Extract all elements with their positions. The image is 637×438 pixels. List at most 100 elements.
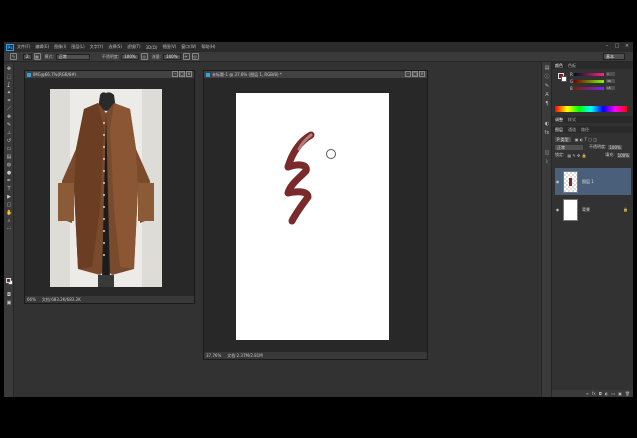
color-spectrum[interactable]: [555, 106, 627, 112]
brush-tool-icon[interactable]: ✎: [6, 122, 12, 128]
layer-row-layer1[interactable]: ◉ 图层 1: [555, 168, 631, 195]
brush-size-picker[interactable]: 2 ▦: [21, 53, 41, 60]
layer-style-icon[interactable]: fx: [592, 391, 596, 396]
paragraph-icon[interactable]: ¶: [544, 101, 550, 107]
eyedropper-tool-icon[interactable]: ⟋: [6, 106, 12, 112]
history-brush-tool-icon[interactable]: ↺: [6, 138, 12, 144]
workspace-select[interactable]: 基本: [603, 53, 625, 60]
layer-name[interactable]: 背景: [582, 207, 590, 213]
document-size[interactable]: 文档:2.37M/2.81M: [227, 353, 262, 359]
fill-input[interactable]: 100%: [616, 152, 630, 158]
menu-image[interactable]: 图像(I): [54, 44, 66, 50]
menu-edit[interactable]: 编辑(E): [35, 44, 49, 50]
tab-channels[interactable]: 通道: [568, 127, 576, 133]
menu-window[interactable]: 窗口(W): [181, 44, 196, 50]
pen-tool-icon[interactable]: ✒: [6, 178, 12, 184]
document-tab-photo[interactable]: IMG@66.7%(RGB/8#) – □ ×: [25, 71, 194, 78]
blend-mode-select[interactable]: 正常: [555, 144, 583, 150]
close-icon[interactable]: ×: [419, 71, 425, 77]
document-tab-canvas[interactable]: 未标题-1 @ 37.6% (图层 1, RGB/8) * – □ ×: [204, 71, 427, 78]
maximize-icon[interactable]: □: [412, 71, 418, 77]
marquee-tool-icon[interactable]: ⬚: [6, 74, 12, 80]
maximize-icon[interactable]: □: [613, 43, 621, 50]
layer-row-background[interactable]: ◉ 背景 🔒: [555, 196, 631, 223]
add-mask-icon[interactable]: ◘: [599, 391, 602, 396]
quick-mask-icon[interactable]: ◘: [6, 292, 12, 298]
gradient-tool-icon[interactable]: ▤: [6, 154, 12, 160]
channels-icon[interactable]: ◫: [544, 150, 550, 156]
tab-styles[interactable]: 样式: [568, 117, 576, 123]
zoom-level[interactable]: 66%: [27, 297, 36, 302]
foreground-color-swatch[interactable]: [6, 278, 11, 283]
new-layer-icon[interactable]: ▣: [618, 391, 622, 396]
properties-icon[interactable]: ⓘ: [544, 74, 550, 80]
flow-input[interactable]: 100%: [163, 53, 181, 60]
brush-size-value[interactable]: 2: [23, 53, 32, 60]
zoom-level[interactable]: 37.76%: [206, 353, 221, 358]
menu-type[interactable]: 文字(Y): [90, 44, 104, 50]
mode-select[interactable]: 正常: [55, 53, 90, 60]
layer-name[interactable]: 图层 1: [582, 179, 594, 185]
maximize-icon[interactable]: □: [179, 71, 185, 77]
minimize-icon[interactable]: –: [603, 43, 611, 50]
slider-track[interactable]: [574, 72, 604, 76]
minimize-icon[interactable]: –: [405, 71, 411, 77]
color-slider-r[interactable]: R 1: [570, 72, 616, 77]
color-slider-g[interactable]: G 40: [570, 79, 616, 84]
menu-3d[interactable]: 3D(D): [146, 45, 158, 50]
link-layers-icon[interactable]: ∞: [586, 391, 589, 396]
hand-tool-icon[interactable]: ✋: [6, 210, 12, 216]
styles-icon[interactable]: fx: [544, 130, 550, 136]
tab-color[interactable]: 颜色: [555, 63, 563, 69]
tab-paths[interactable]: 路径: [581, 127, 589, 133]
layer-kind-filter[interactable]: P 类型: [555, 136, 571, 142]
pressure-opacity-icon[interactable]: ◎: [140, 53, 148, 60]
menu-view[interactable]: 视图(V): [162, 44, 176, 50]
eye-icon[interactable]: ◉: [555, 207, 560, 212]
layer-opacity-input[interactable]: 100%: [608, 144, 622, 150]
path-select-tool-icon[interactable]: ▶: [6, 194, 12, 200]
group-icon[interactable]: ▭: [611, 391, 615, 396]
eraser-tool-icon[interactable]: ▭: [6, 146, 12, 152]
document-size[interactable]: 文档:683.2K/683.2K: [42, 297, 81, 303]
character-icon[interactable]: A: [544, 92, 550, 98]
close-icon[interactable]: ×: [623, 43, 631, 50]
background-color-swatch[interactable]: [561, 76, 567, 82]
slider-track[interactable]: [574, 79, 604, 83]
shape-tool-icon[interactable]: ▢: [6, 202, 12, 208]
move-tool-icon[interactable]: ✥: [6, 66, 12, 72]
close-icon[interactable]: ×: [186, 71, 192, 77]
crop-tool-icon[interactable]: ⌗: [6, 98, 12, 104]
white-canvas[interactable]: [236, 93, 389, 340]
slider-value[interactable]: 1: [606, 72, 615, 76]
color-slider-b[interactable]: B 15: [570, 86, 616, 91]
menu-file[interactable]: 文件(F): [17, 44, 30, 50]
history-icon[interactable]: ▤: [544, 65, 550, 71]
slider-value[interactable]: 40: [606, 79, 615, 83]
quick-select-tool-icon[interactable]: ✦: [6, 90, 12, 96]
tab-adjust[interactable]: 调整: [555, 117, 563, 123]
trash-icon[interactable]: 🗑: [625, 391, 630, 396]
eye-icon[interactable]: ◉: [555, 179, 560, 184]
airbrush-icon[interactable]: ✈: [182, 53, 190, 60]
menu-layer[interactable]: 图层(L): [71, 44, 84, 50]
lasso-tool-icon[interactable]: ʆ: [6, 82, 12, 88]
healing-tool-icon[interactable]: ✚: [6, 114, 12, 120]
brush-icon[interactable]: ✎: [10, 53, 17, 60]
menu-select[interactable]: 选择(S): [108, 44, 122, 50]
brush-panel-icon[interactable]: ▦: [33, 53, 41, 60]
slider-value[interactable]: 15: [606, 86, 615, 90]
tab-swatches[interactable]: 色板: [568, 63, 576, 69]
menu-filter[interactable]: 滤镜(T): [127, 44, 141, 50]
lock-icons[interactable]: ▦ ✎ ✥ 🔒: [567, 153, 586, 158]
paths-icon[interactable]: ⌇: [544, 159, 550, 165]
opacity-input[interactable]: 100%: [121, 53, 139, 60]
tool-preset[interactable]: ✎: [8, 53, 17, 60]
brush-presets-icon[interactable]: ✎: [544, 83, 550, 89]
pressure-size-icon[interactable]: ◎: [191, 53, 199, 60]
minimize-icon[interactable]: –: [172, 71, 178, 77]
adjustment-layer-icon[interactable]: ◐: [605, 391, 609, 396]
stamp-tool-icon[interactable]: ⊥: [6, 130, 12, 136]
edit-toolbar-icon[interactable]: ⋯: [6, 226, 12, 232]
tab-layers[interactable]: 图层: [555, 127, 563, 133]
